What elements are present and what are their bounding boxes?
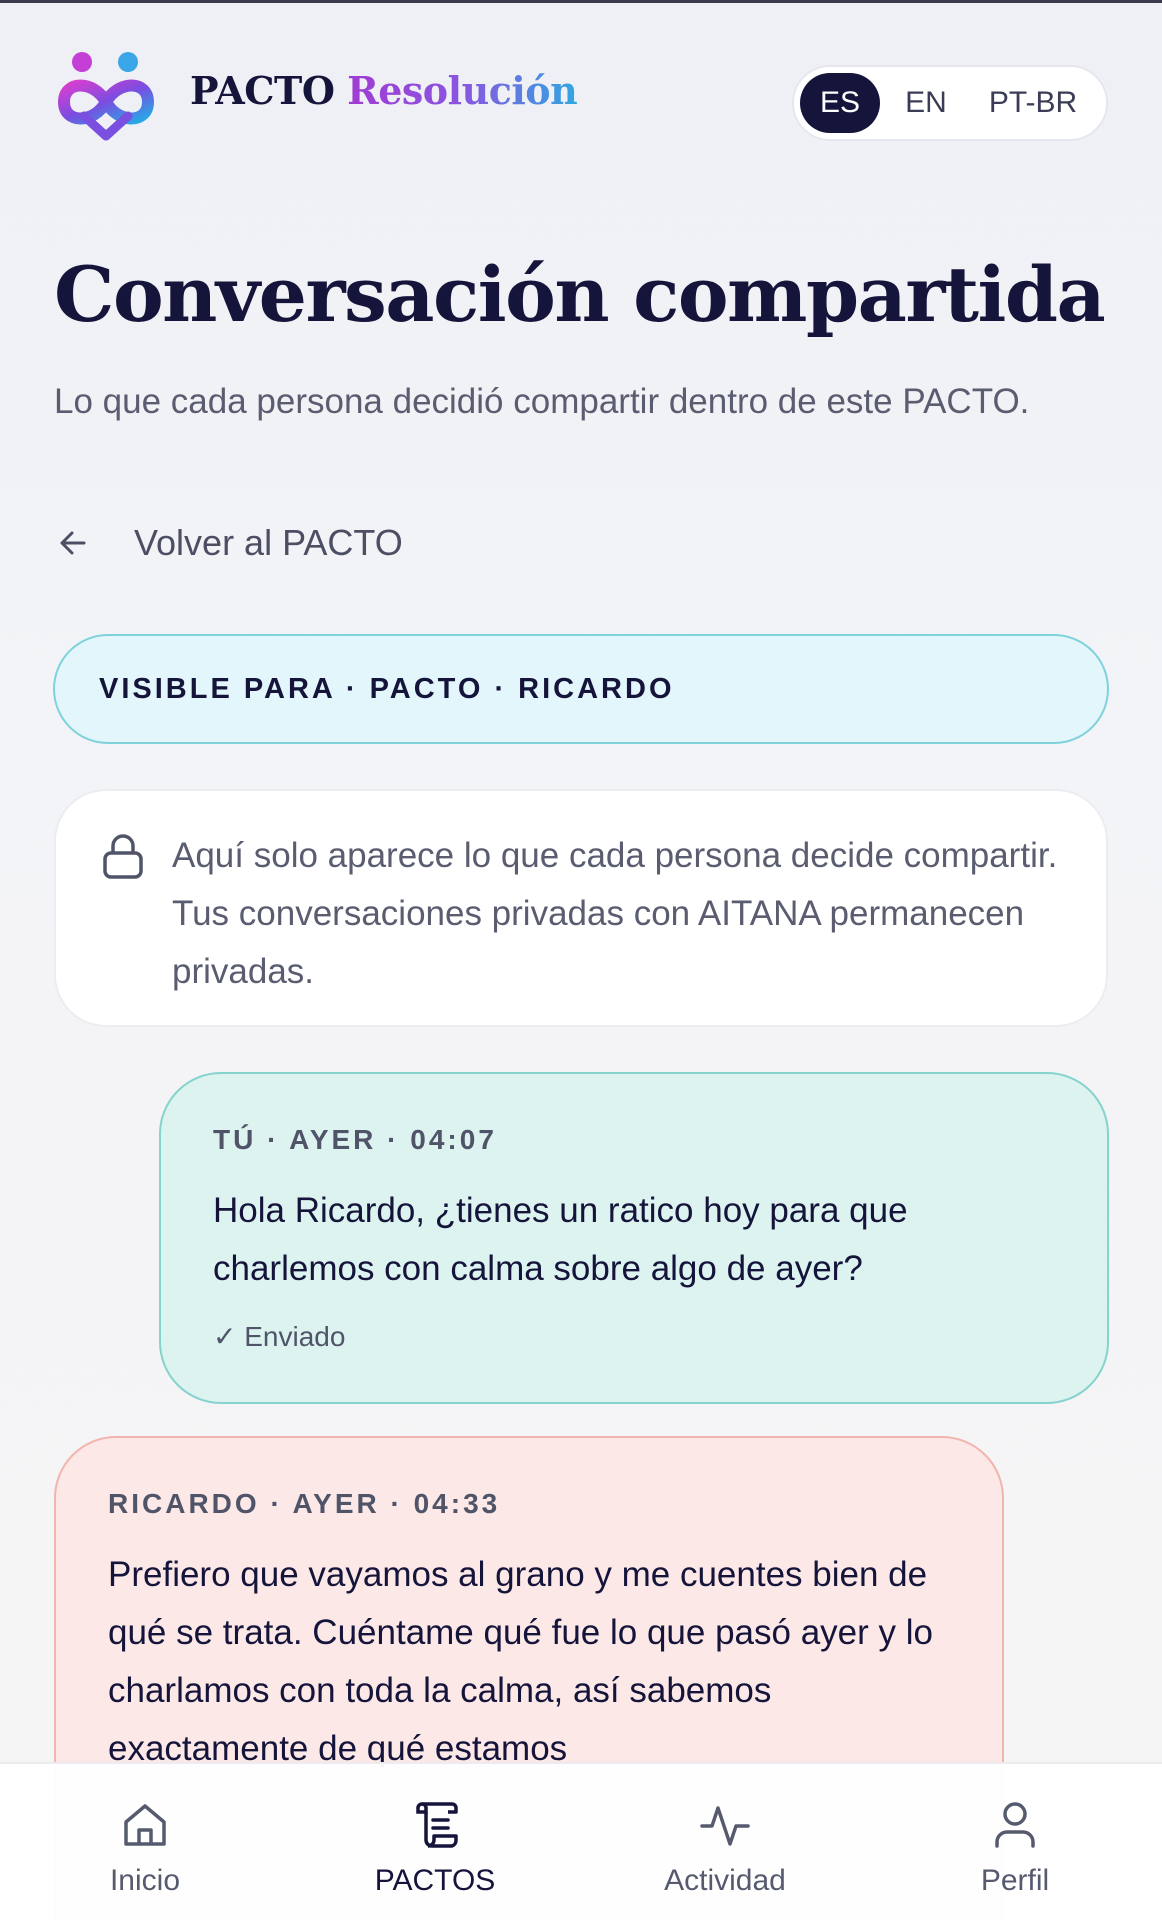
message-meta: TÚ · AYER · 04:07 [213, 1124, 497, 1155]
scroll-icon [416, 1802, 458, 1848]
lang-pt-br-button[interactable]: PT-BR [972, 73, 1094, 133]
message-meta: RICARDO · AYER · 04:33 [108, 1488, 501, 1519]
message-text: Prefiero que vayamos al grano y me cuent… [108, 1555, 933, 1768]
privacy-notice-text: Aquí solo aparece lo que cada persona de… [172, 836, 1058, 991]
page-subtitle: Lo que cada persona decidió compartir de… [54, 382, 1030, 421]
visibility-label: VISIBLE PARA · PACTO · RICARDO [99, 672, 675, 705]
brand-name: PACTO Resolución [190, 68, 578, 113]
message-status: ✓ Enviado [213, 1321, 346, 1352]
message-bubble-sent[interactable]: TÚ · AYER · 04:07 Hola Ricardo, ¿tienes … [159, 1072, 1109, 1404]
arrow-left-icon [60, 531, 86, 555]
visibility-badge: VISIBLE PARA · PACTO · RICARDO [53, 634, 1109, 744]
user-icon [995, 1802, 1035, 1848]
back-link[interactable]: Volver al PACTO [54, 518, 403, 568]
nav-label: Inicio [109, 1864, 181, 1897]
lock-icon [103, 834, 143, 879]
brand-secondary: Resolución [347, 68, 578, 113]
nav-label: PACTOS [374, 1864, 496, 1897]
privacy-notice: Aquí solo aparece lo que cada persona de… [54, 789, 1108, 1027]
language-switcher: ES EN PT-BR [792, 65, 1108, 141]
nav-label: Perfil [980, 1864, 1050, 1897]
nav-item-pactos[interactable]: PACTOS [335, 1764, 535, 1920]
back-link-label: Volver al PACTO [134, 522, 403, 563]
nav-item-inicio[interactable]: Inicio [45, 1764, 245, 1920]
bottom-navigation: Inicio PACTOS Actividad Perfil [0, 1762, 1162, 1920]
nav-item-actividad[interactable]: Actividad [625, 1764, 825, 1920]
lang-es-button[interactable]: ES [800, 73, 880, 133]
page-title: Conversación compartida [54, 250, 1106, 339]
home-icon [124, 1804, 166, 1846]
app-header: PACTO Resolución ES EN PT-BR [58, 50, 1108, 160]
lang-en-button[interactable]: EN [880, 73, 972, 133]
activity-icon [700, 1806, 750, 1846]
nav-item-perfil[interactable]: Perfil [915, 1764, 1115, 1920]
top-border [0, 0, 1162, 3]
pacto-logo[interactable] [58, 50, 154, 142]
message-text: Hola Ricardo, ¿tienes un ratico hoy para… [213, 1191, 908, 1288]
nav-label: Actividad [664, 1864, 786, 1897]
brand-primary: PACTO [190, 68, 335, 113]
